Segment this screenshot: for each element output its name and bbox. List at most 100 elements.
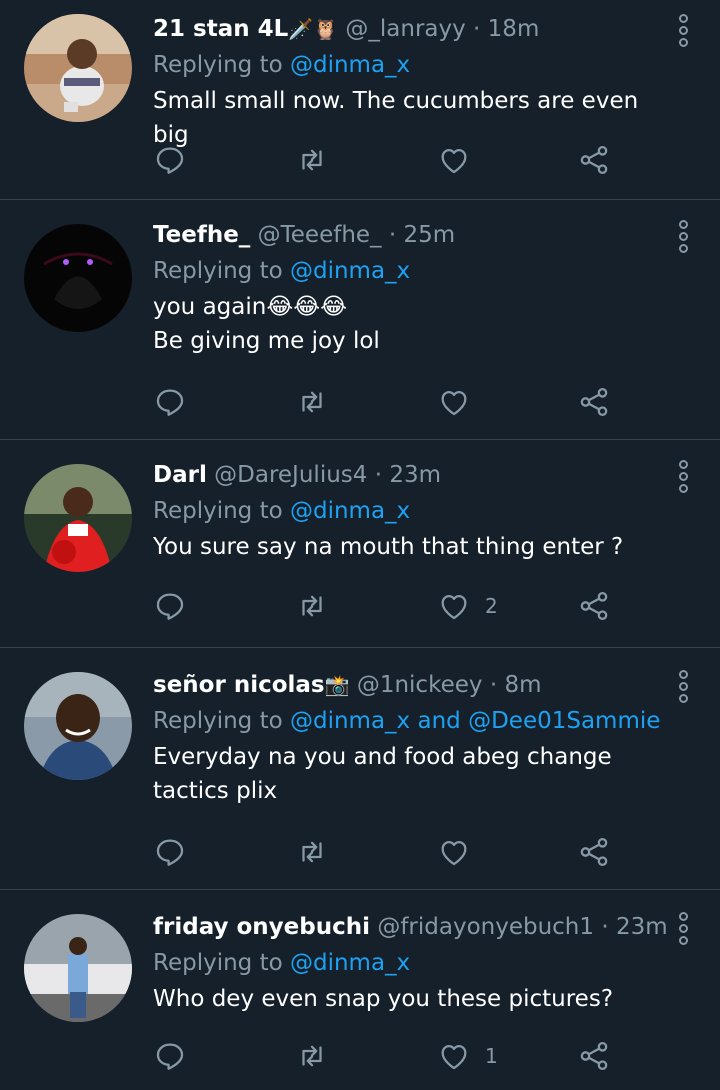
- reply-icon: [156, 389, 184, 416]
- like-button[interactable]: 2: [437, 586, 498, 626]
- more-options-icon[interactable]: [676, 220, 690, 253]
- avatar[interactable]: [24, 224, 132, 332]
- like-button[interactable]: [437, 382, 485, 422]
- mention-link[interactable]: @dinma_x: [290, 708, 410, 734]
- like-button[interactable]: 1: [437, 1036, 498, 1076]
- share-icon: [580, 387, 608, 417]
- username[interactable]: @fridayonyebuch1: [377, 914, 594, 940]
- mention-link[interactable]: @dinma_x: [290, 52, 410, 78]
- avatar[interactable]: [24, 914, 132, 1022]
- replying-to: Replying to @dinma_x and @Dee01Sammie: [153, 706, 660, 736]
- reply-button[interactable]: [153, 1036, 187, 1076]
- replying-prefix: Replying to: [153, 498, 283, 524]
- retweet-button[interactable]: [295, 1036, 329, 1076]
- share-icon: [580, 1041, 608, 1071]
- timestamp[interactable]: 18m: [488, 16, 540, 42]
- mention-link[interactable]: @dinma_x: [290, 258, 410, 284]
- retweet-icon: [302, 1045, 322, 1067]
- reply-button[interactable]: [153, 586, 187, 626]
- tweet-header: 21 stan 4L🗡️🦉 @_lanrayy · 18m: [153, 14, 660, 44]
- retweet-button[interactable]: [295, 382, 329, 422]
- like-count: 1: [485, 1044, 498, 1068]
- mention-link[interactable]: @dinma_x: [290, 950, 410, 976]
- retweet-button[interactable]: [295, 832, 329, 872]
- display-name[interactable]: Darl: [153, 462, 207, 488]
- avatar[interactable]: [24, 464, 132, 572]
- share-button[interactable]: [577, 832, 611, 872]
- share-button[interactable]: [577, 382, 611, 422]
- tweet-card[interactable]: señor nicolas📸 @1nickeey · 8m Replying t…: [0, 648, 720, 890]
- share-button[interactable]: [577, 1036, 611, 1076]
- timestamp[interactable]: 23m: [389, 462, 441, 488]
- share-button[interactable]: [577, 140, 611, 180]
- reply-icon: [156, 593, 184, 620]
- mention-link[interactable]: @dinma_x: [290, 498, 410, 524]
- retweet-button[interactable]: [295, 586, 329, 626]
- tweet-text: Who dey even snap you these pictures?: [153, 982, 660, 1016]
- tweet-text-line: you again😂😂😂: [153, 294, 347, 320]
- replying-prefix: Replying to: [153, 950, 283, 976]
- more-options-icon[interactable]: [676, 912, 690, 945]
- more-options-icon[interactable]: [676, 14, 690, 47]
- tweet-text-line: Everyday na you and food abeg change tac…: [153, 744, 612, 804]
- tweet-card[interactable]: friday onyebuchi @fridayonyebuch1 · 23m …: [0, 890, 720, 1090]
- username[interactable]: @_lanrayy: [345, 16, 465, 42]
- reply-icon: [156, 147, 184, 174]
- timestamp[interactable]: 25m: [403, 222, 455, 248]
- retweet-icon: [302, 391, 322, 413]
- reply-icon: [156, 839, 184, 866]
- timestamp[interactable]: 8m: [504, 672, 541, 698]
- retweet-icon: [302, 841, 322, 863]
- more-options-icon[interactable]: [676, 460, 690, 493]
- mention-link[interactable]: @Dee01Sammie: [468, 708, 660, 734]
- separator: ·: [374, 462, 383, 488]
- heart-icon: [441, 148, 467, 174]
- tweet-card[interactable]: Teefhe_ @Teeefhe_ · 25m Replying to @din…: [0, 200, 720, 440]
- display-name[interactable]: Teefhe_: [153, 222, 250, 248]
- tweet-text-line: Be giving me joy lol: [153, 328, 380, 354]
- share-icon: [580, 591, 608, 621]
- replying-to: Replying to @dinma_x: [153, 256, 660, 286]
- reply-button[interactable]: [153, 832, 187, 872]
- display-name[interactable]: señor nicolas: [153, 672, 325, 698]
- separator: ·: [601, 914, 609, 940]
- replying-to: Replying to @dinma_x: [153, 50, 660, 80]
- tweet-header: Darl @DareJulius4 · 23m: [153, 460, 660, 490]
- username[interactable]: @1nickeey: [357, 672, 483, 698]
- username[interactable]: @Teeefhe_: [258, 222, 382, 248]
- reply-button[interactable]: [153, 382, 187, 422]
- tweet-text: you again😂😂😂 Be giving me joy lol: [153, 290, 660, 358]
- replying-to: Replying to @dinma_x: [153, 948, 660, 978]
- display-name[interactable]: 21 stan 4L: [153, 16, 288, 42]
- tweet-card[interactable]: 21 stan 4L🗡️🦉 @_lanrayy · 18m Replying t…: [0, 0, 720, 200]
- mention-joiner: and: [417, 708, 461, 734]
- tweet-header: friday onyebuchi @fridayonyebuch1 · 23m: [153, 912, 668, 942]
- timestamp[interactable]: 23m: [616, 914, 668, 940]
- retweet-button[interactable]: [295, 140, 329, 180]
- heart-icon: [441, 390, 467, 416]
- share-button[interactable]: [577, 586, 611, 626]
- like-button[interactable]: [437, 832, 485, 872]
- heart-icon: [441, 840, 467, 866]
- separator: ·: [388, 222, 397, 248]
- tweet-text: Everyday na you and food abeg change tac…: [153, 740, 660, 808]
- reply-button[interactable]: [153, 140, 187, 180]
- tweet-header: señor nicolas📸 @1nickeey · 8m: [153, 670, 660, 700]
- replying-to: Replying to @dinma_x: [153, 496, 660, 526]
- retweet-icon: [302, 595, 322, 617]
- separator: ·: [489, 672, 498, 698]
- tweet-card[interactable]: Darl @DareJulius4 · 23m Replying to @din…: [0, 440, 720, 648]
- replying-prefix: Replying to: [153, 52, 283, 78]
- like-count: 2: [485, 594, 498, 618]
- display-name[interactable]: friday onyebuchi: [153, 914, 370, 940]
- avatar[interactable]: [24, 672, 132, 780]
- username[interactable]: @DareJulius4: [214, 462, 367, 488]
- more-options-icon[interactable]: [676, 670, 690, 703]
- separator: ·: [473, 16, 481, 42]
- avatar[interactable]: [24, 14, 132, 122]
- like-button[interactable]: [437, 140, 485, 180]
- tweet-header: Teefhe_ @Teeefhe_ · 25m: [153, 220, 660, 250]
- heart-icon: [441, 594, 467, 620]
- replying-prefix: Replying to: [153, 258, 283, 284]
- name-emoji: 📸: [324, 673, 350, 697]
